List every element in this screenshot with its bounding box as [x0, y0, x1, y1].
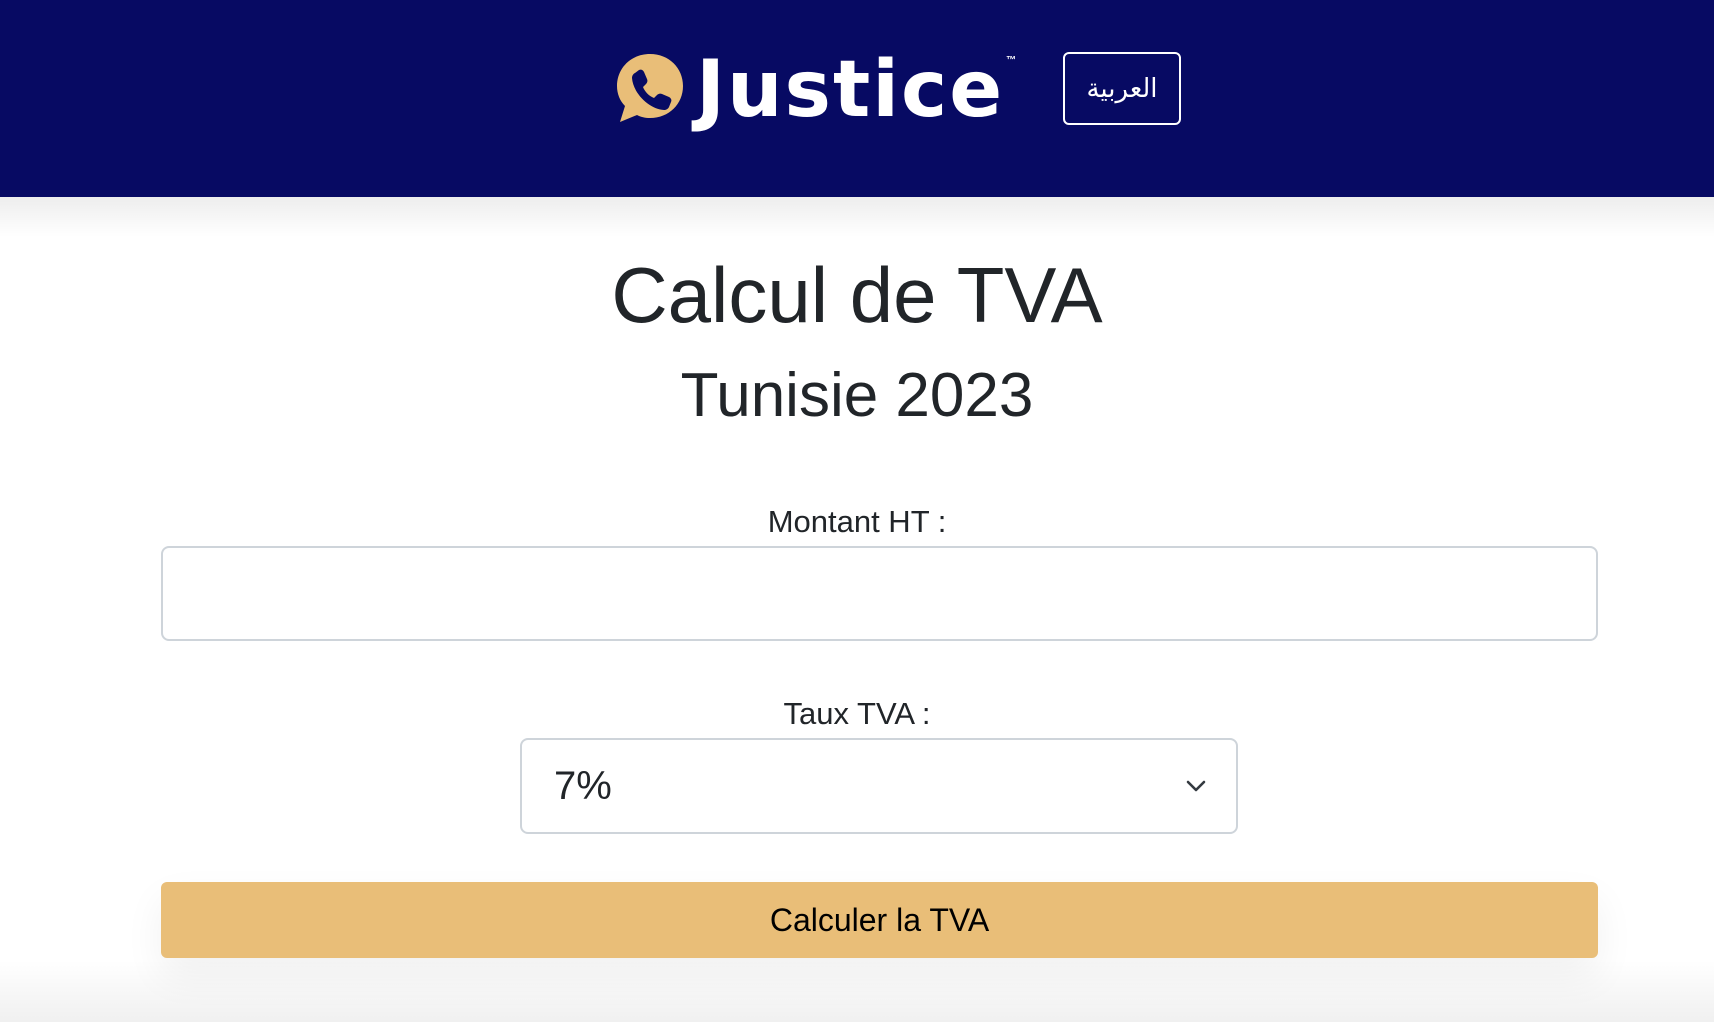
vat-rate-select[interactable]: 7% [520, 738, 1238, 834]
amount-label: Montant HT : [767, 504, 947, 539]
page-subtitle: Tunisie 2023 [680, 361, 1034, 430]
header-shadow [0, 197, 1714, 237]
calculate-vat-button[interactable]: Calculer la TVA [161, 882, 1598, 958]
phone-chat-bubble-icon [617, 54, 683, 122]
site-header: Justice ™ العربية [0, 0, 1714, 197]
vat-rate-selected-value: 7% [554, 763, 612, 808]
page-title: Calcul de TVA [611, 251, 1103, 339]
chevron-down-icon [1186, 780, 1206, 792]
amount-input[interactable] [161, 546, 1598, 641]
trademark-symbol: ™ [1006, 54, 1017, 66]
brand-name: Justice [696, 45, 1005, 135]
card-shadow [0, 960, 1714, 1022]
language-switch-button[interactable]: العربية [1063, 52, 1181, 125]
vat-rate-label: Taux TVA : [783, 696, 931, 731]
brand-logo[interactable]: Justice ™ [612, 45, 1017, 135]
